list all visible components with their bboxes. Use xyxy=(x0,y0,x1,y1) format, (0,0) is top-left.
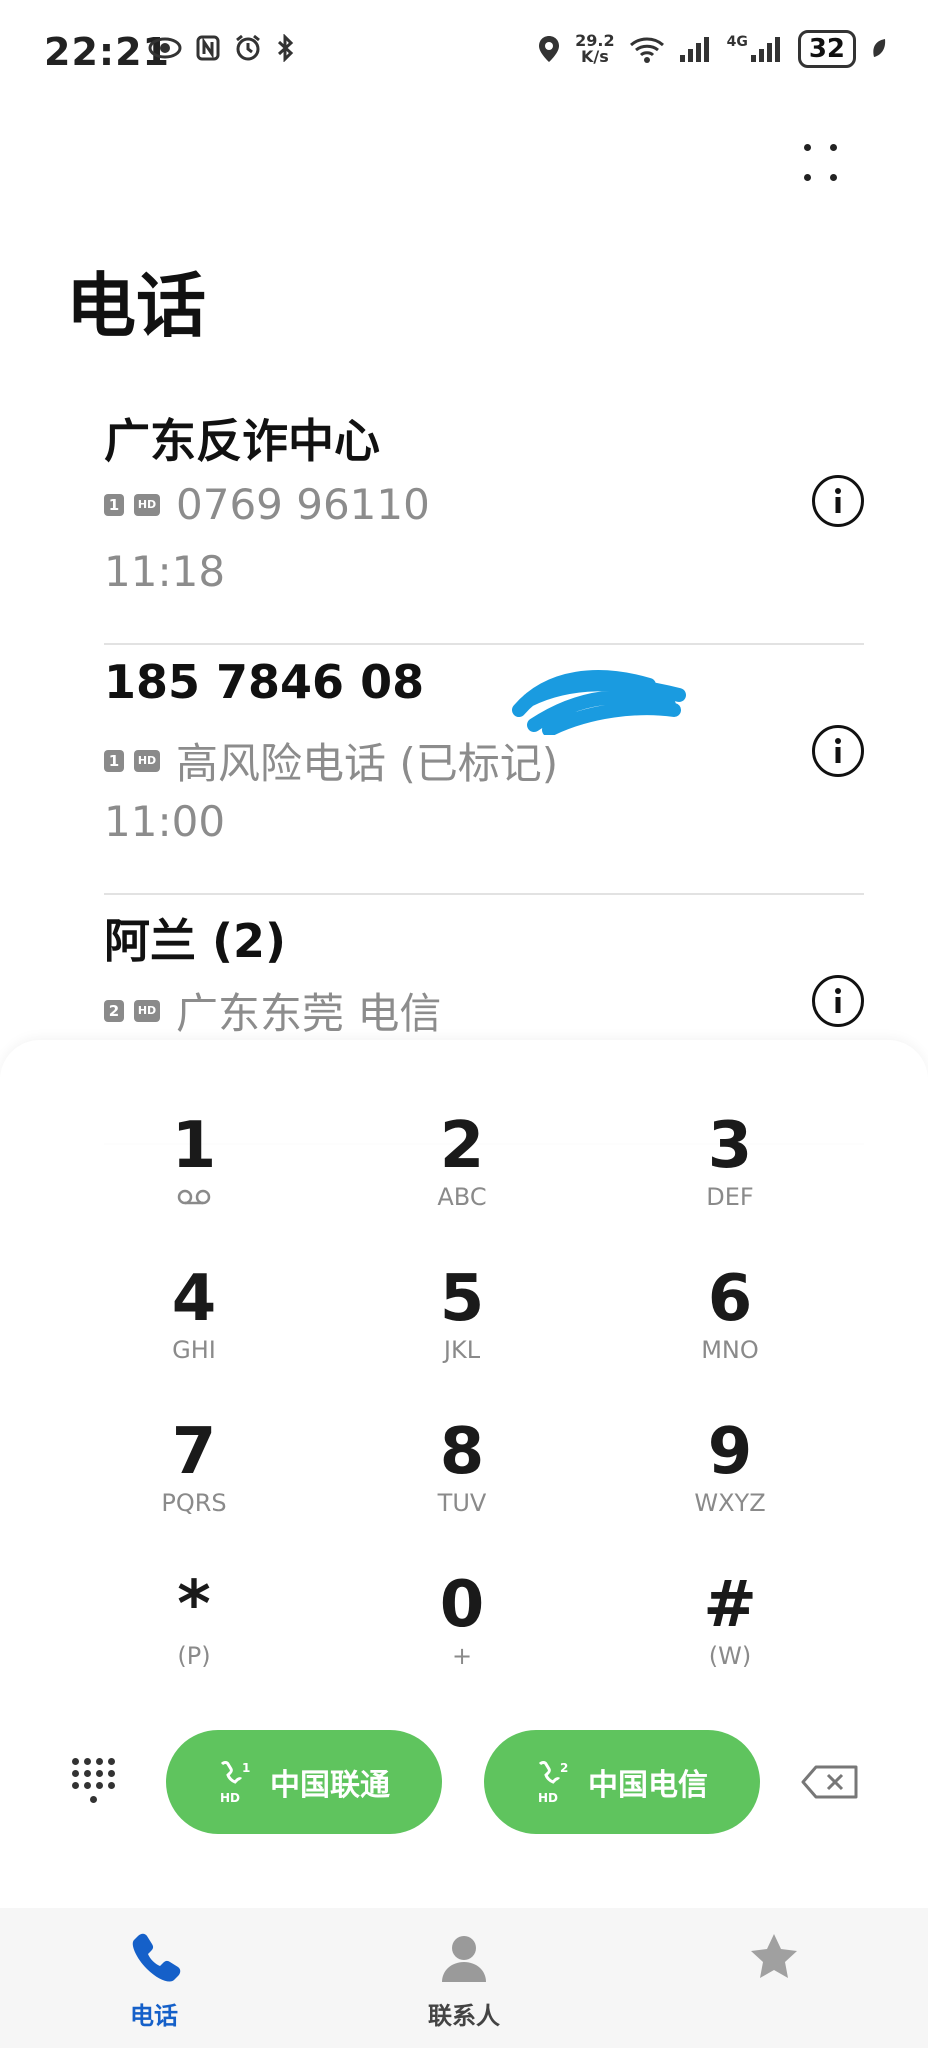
call-sim2-label: 中国电信 xyxy=(588,1768,708,1803)
dial-key-8[interactable]: 8 TUV xyxy=(328,1416,596,1569)
phone-sim2-icon: HD 2 xyxy=(536,1760,570,1805)
svg-text:HD: HD xyxy=(220,1791,240,1804)
caller-name: 阿兰 (2) xyxy=(104,914,287,968)
dialpad-panel: 1 2 ABC 3 DEF 4 GHI 5 JKL 6 MNO 7 PQRS 8… xyxy=(0,1040,928,1908)
call-time: 11:00 xyxy=(104,797,226,846)
tab-favorites[interactable] xyxy=(694,1930,854,1990)
hide-dialpad-icon[interactable] xyxy=(72,1758,120,1814)
page-title: 电话 xyxy=(66,265,206,347)
dial-key-star[interactable]: * (P) xyxy=(60,1569,328,1722)
leaf-icon xyxy=(873,39,886,57)
svg-text:HD: HD xyxy=(538,1791,558,1804)
dial-key-1[interactable]: 1 xyxy=(60,1110,328,1263)
sim-badge: 1 xyxy=(104,493,124,516)
call-sim1-button[interactable]: HD 1 中国联通 xyxy=(166,1730,442,1834)
dial-key-9[interactable]: 9 WXYZ xyxy=(596,1416,864,1569)
call-detail: 0769 96110 xyxy=(176,480,430,529)
contacts-icon xyxy=(442,1936,486,1982)
dial-key-0[interactable]: 0 + xyxy=(328,1569,596,1722)
info-icon[interactable] xyxy=(812,475,864,527)
location-icon xyxy=(539,36,560,62)
svg-text:1: 1 xyxy=(242,1761,250,1775)
status-bar: 22:21 29.2 K/s 4G 32 xyxy=(0,0,928,110)
call-time: 11:18 xyxy=(104,547,226,596)
call-detail: 广东东莞 电信 xyxy=(176,989,442,1038)
call-sim1-label: 中国联通 xyxy=(270,1768,390,1803)
svg-text:2: 2 xyxy=(560,1761,568,1775)
dial-key-5[interactable]: 5 JKL xyxy=(328,1263,596,1416)
nfc-icon xyxy=(196,35,220,61)
wifi-icon xyxy=(629,37,664,63)
phone-sim1-icon: HD 1 xyxy=(218,1760,252,1805)
call-log-item[interactable]: 广东反诈中心 1 HD 0769 96110 11:18 xyxy=(104,395,864,645)
bluetooth-icon xyxy=(277,34,294,62)
net-speed: 29.2 K/s xyxy=(575,31,615,66)
backspace-icon[interactable] xyxy=(800,1764,860,1800)
eye-icon xyxy=(148,37,182,59)
info-icon[interactable] xyxy=(812,725,864,777)
phone-icon xyxy=(132,1933,181,1982)
hd-badge: HD xyxy=(134,749,160,772)
sim-badge: 1 xyxy=(104,749,124,772)
dial-key-hash[interactable]: # (W) xyxy=(596,1569,864,1722)
caller-name: 广东反诈中心 xyxy=(104,414,380,468)
call-detail: 高风险电话 (已标记) xyxy=(176,739,559,788)
call-meta: 1 HD 0769 96110 xyxy=(104,480,430,529)
bottom-navigation: 电话 联系人 xyxy=(0,1908,928,2048)
battery-indicator: 32 xyxy=(797,30,856,68)
dialpad-keys: 1 2 ABC 3 DEF 4 GHI 5 JKL 6 MNO 7 PQRS 8… xyxy=(0,1110,928,1722)
call-meta: 2 HD 广东东莞 电信 xyxy=(104,980,441,1041)
sim-badge: 2 xyxy=(104,999,124,1022)
dial-action-row: HD 1 中国联通 HD 2 中国电信 xyxy=(0,1730,928,1840)
info-icon[interactable] xyxy=(812,975,864,1027)
caller-name: 185 7846 08 xyxy=(104,655,425,709)
tab-contacts[interactable]: 联系人 xyxy=(384,1930,544,2031)
call-sim2-button[interactable]: HD 2 中国电信 xyxy=(484,1730,760,1834)
signal-2-icon xyxy=(750,37,780,62)
tab-phone[interactable]: 电话 xyxy=(74,1930,234,2031)
hd-badge: HD xyxy=(134,493,160,516)
network-type: 4G xyxy=(726,34,748,50)
status-right-icons: 29.2 K/s 4G 32 xyxy=(537,30,888,68)
dial-key-3[interactable]: 3 DEF xyxy=(596,1110,864,1263)
hd-badge: HD xyxy=(134,999,160,1022)
dial-key-2[interactable]: 2 ABC xyxy=(328,1110,596,1263)
voicemail-icon xyxy=(60,1182,328,1212)
alarm-icon xyxy=(236,34,260,61)
dial-key-6[interactable]: 6 MNO xyxy=(596,1263,864,1416)
tab-phone-label: 电话 xyxy=(130,2002,178,2030)
more-options-button[interactable] xyxy=(800,140,840,188)
call-meta: 1 HD 高风险电话 (已标记) xyxy=(104,730,558,791)
signal-icon xyxy=(679,37,709,62)
redaction-scribble xyxy=(512,670,686,735)
tab-contacts-label: 联系人 xyxy=(428,2002,500,2030)
call-log-item[interactable]: 185 7846 08 1 HD 高风险电话 (已标记) 11:00 xyxy=(104,645,864,895)
status-left-icons xyxy=(148,34,294,62)
star-icon xyxy=(751,1934,797,1978)
dial-key-7[interactable]: 7 PQRS xyxy=(60,1416,328,1569)
dial-key-4[interactable]: 4 GHI xyxy=(60,1263,328,1416)
call-log-list: 广东反诈中心 1 HD 0769 96110 11:18 185 7846 08… xyxy=(104,395,864,1145)
